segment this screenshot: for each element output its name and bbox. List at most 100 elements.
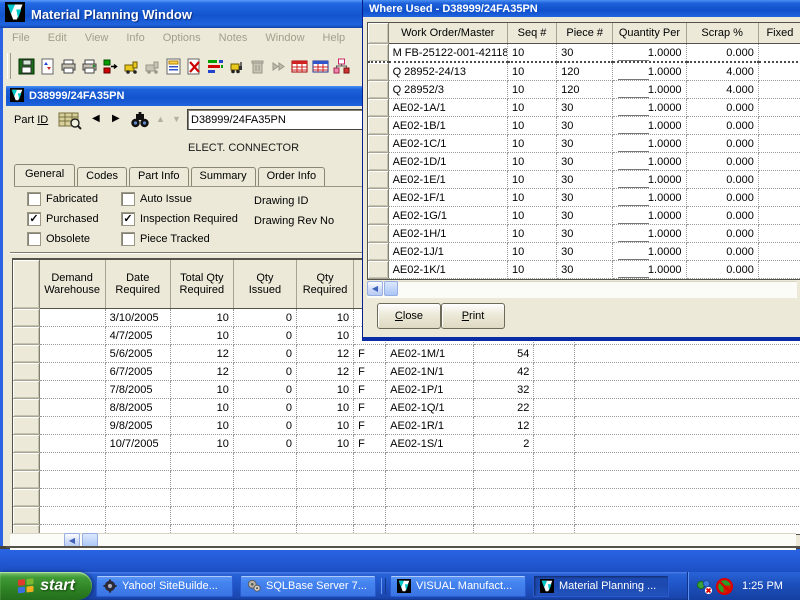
row-selector[interactable] (368, 189, 388, 207)
tab[interactable]: Codes (77, 167, 127, 186)
print-icon[interactable] (60, 58, 77, 75)
piece-tracked-checkbox[interactable] (122, 233, 134, 245)
org-chart-icon[interactable] (333, 58, 350, 75)
grid-red-icon[interactable] (291, 58, 308, 75)
print-preview-icon[interactable] (81, 58, 98, 75)
find-part-icon[interactable] (130, 111, 150, 134)
checkbox-piece-tracked[interactable]: Piece Tracked (122, 233, 210, 245)
tab[interactable]: Order Info (258, 167, 326, 186)
row-selector[interactable] (13, 453, 39, 471)
menu-item[interactable]: Edit (39, 30, 76, 46)
row-selector[interactable] (13, 489, 39, 507)
dispatch-truck-icon[interactable] (123, 58, 140, 75)
checkbox-purchased[interactable]: ✓ Purchased (28, 213, 99, 225)
demand-table-row[interactable] (13, 507, 800, 525)
row-selector[interactable] (368, 135, 388, 153)
row-selector[interactable] (368, 153, 388, 171)
forklift-icon[interactable] (228, 58, 245, 75)
row-selector[interactable] (368, 171, 388, 189)
scroll-left-button[interactable]: ◀ (367, 281, 383, 296)
row-selector[interactable] (13, 363, 39, 381)
demand-table-row[interactable]: 7/8/2005 10 0 10 F AE02-1P/1 32 (13, 381, 800, 399)
antivirus-disabled-icon[interactable] (715, 577, 734, 596)
spin-up-icon[interactable]: ▲ (156, 114, 165, 124)
whereused-table-row[interactable]: AE02-1K/1 10 30 1.0000 0.000 (368, 261, 800, 279)
fabricated-checkbox[interactable] (28, 193, 40, 205)
inspection-required-checkbox[interactable]: ✓ (122, 213, 134, 225)
row-selector[interactable] (368, 44, 388, 63)
purchased-checkbox[interactable]: ✓ (28, 213, 40, 225)
demand-table-row[interactable] (13, 453, 800, 471)
whereused-table-row[interactable]: Q 28952-24/13 10 120 1.0000 4.000 (368, 62, 800, 81)
row-selector[interactable] (13, 309, 39, 327)
row-selector[interactable] (13, 399, 39, 417)
row-selector[interactable] (13, 435, 39, 453)
demand-table-row[interactable]: 10/7/2005 10 0 10 F AE02-1S/1 2 (13, 435, 800, 453)
tab[interactable]: Summary (191, 167, 256, 186)
whereused-table-row[interactable]: AE02-1A/1 10 30 1.0000 0.000 (368, 99, 800, 117)
row-selector[interactable] (13, 471, 39, 489)
menu-item[interactable]: View (76, 30, 118, 46)
where-used-titlebar[interactable]: Where Used - D38999/24FA35PN (363, 0, 800, 17)
refresh-icon[interactable] (39, 58, 56, 75)
network-users-error-icon[interactable] (696, 578, 713, 595)
checkbox-auto-issue[interactable]: Auto Issue (122, 193, 192, 205)
visual-app-icon[interactable] (10, 88, 24, 105)
row-selector[interactable] (368, 243, 388, 261)
tab[interactable]: General (14, 164, 75, 187)
save-icon[interactable] (18, 58, 35, 75)
schedule-list-icon[interactable] (207, 58, 224, 75)
whereused-table-row[interactable]: AE02-1B/1 10 30 1.0000 0.000 (368, 117, 800, 135)
next-part-button[interactable]: ▶ (112, 113, 120, 125)
demand-table-row[interactable]: 8/8/2005 10 0 10 F AE02-1Q/1 22 (13, 399, 800, 417)
row-selector[interactable] (368, 261, 388, 279)
row-selector[interactable] (368, 81, 388, 99)
grid-table-icon[interactable] (312, 58, 329, 75)
row-selector[interactable] (13, 345, 39, 363)
whereused-table-row[interactable]: AE02-1D/1 10 30 1.0000 0.000 (368, 153, 800, 171)
previous-part-button[interactable]: ◀ (92, 113, 100, 125)
part-id-input[interactable] (188, 110, 366, 129)
whereused-table-row[interactable]: AE02-1G/1 10 30 1.0000 0.000 (368, 207, 800, 225)
checkbox-inspection-required[interactable]: ✓ Inspection Required (122, 213, 238, 225)
row-selector[interactable] (13, 507, 39, 525)
menu-item[interactable]: Help (314, 30, 355, 46)
row-selector[interactable] (13, 327, 39, 345)
row-selector[interactable] (368, 225, 388, 243)
whereused-table-row[interactable]: AE02-1F/1 10 30 1.0000 0.000 (368, 189, 800, 207)
menu-item[interactable]: Options (154, 30, 210, 46)
bom-transfer-icon[interactable] (102, 58, 119, 75)
demand-table-row[interactable]: 9/8/2005 10 0 10 F AE02-1R/1 12 (13, 417, 800, 435)
document-form-icon[interactable] (165, 58, 182, 75)
demand-table-row[interactable]: 6/7/2005 12 0 12 F AE02-1N/1 42 (13, 363, 800, 381)
close-button[interactable]: Close (377, 303, 441, 329)
demand-table-row[interactable] (13, 489, 800, 507)
visual-app-icon[interactable] (5, 2, 25, 27)
menu-item[interactable]: File (3, 30, 39, 46)
menu-item[interactable]: Notes (210, 30, 257, 46)
menu-item[interactable]: Info (117, 30, 153, 46)
toolbar-grip[interactable] (7, 53, 11, 79)
checkbox-fabricated[interactable]: Fabricated (28, 193, 98, 205)
row-selector[interactable] (13, 381, 39, 399)
whereused-table-row[interactable]: Q 28952/3 10 120 1.0000 4.000 (368, 81, 800, 99)
row-selector[interactable] (368, 99, 388, 117)
task-button-material-planning[interactable]: Material Planning ... (533, 575, 669, 597)
auto-issue-checkbox[interactable] (122, 193, 134, 205)
row-selector[interactable] (13, 417, 39, 435)
checkbox-obsolete[interactable]: Obsolete (28, 233, 90, 245)
scroll-thumb[interactable] (384, 281, 398, 296)
whereused-table-row[interactable]: AE02-1C/1 10 30 1.0000 0.000 (368, 135, 800, 153)
tab[interactable]: Part Info (129, 167, 189, 186)
whereused-table-row[interactable]: AE02-1J/1 10 30 1.0000 0.000 (368, 243, 800, 261)
obsolete-checkbox[interactable] (28, 233, 40, 245)
row-selector[interactable] (368, 117, 388, 135)
task-button-visual-manufacturing[interactable]: VISUAL Manufact... (390, 575, 526, 597)
row-selector[interactable] (368, 207, 388, 225)
delete-document-icon[interactable] (186, 58, 203, 75)
demand-table-row[interactable]: 5/6/2005 12 0 12 F AE02-1M/1 54 (13, 345, 800, 363)
spin-down-icon[interactable]: ▼ (172, 114, 181, 124)
part-lookup-icon[interactable] (58, 111, 82, 135)
menu-item[interactable]: Window (256, 30, 313, 46)
task-button-sqlbase-server[interactable]: SQLBase Server 7... (240, 575, 376, 597)
